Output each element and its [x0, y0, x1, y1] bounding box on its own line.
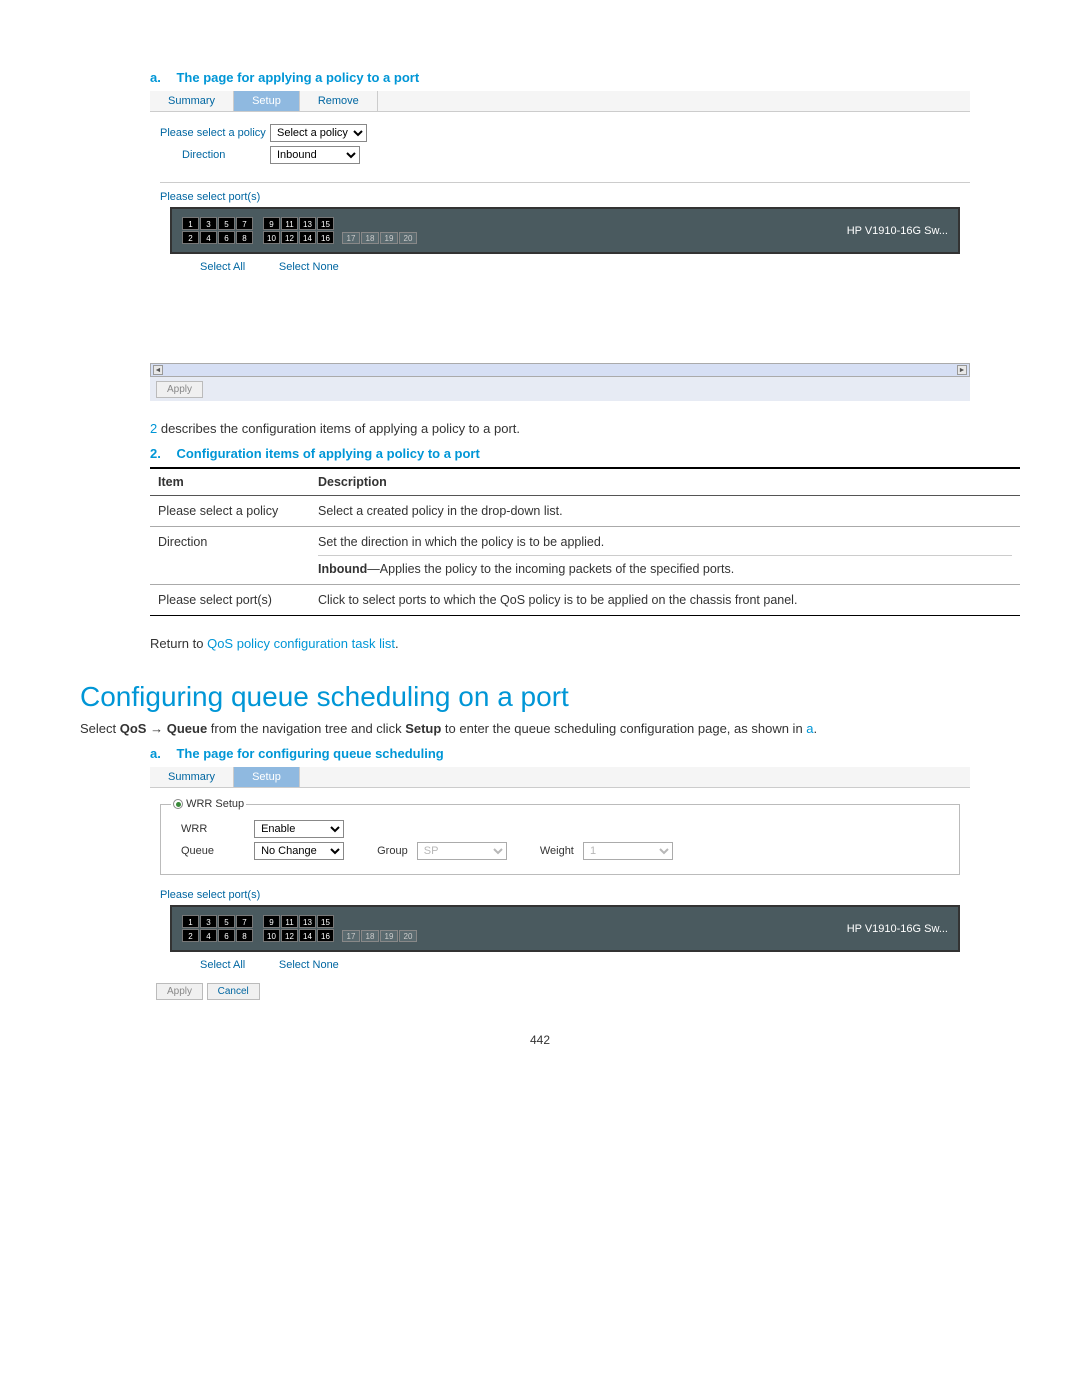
port-18[interactable]: 18 — [361, 930, 379, 942]
switch-model-label: HP V1910-16G Sw... — [847, 923, 948, 935]
select-all-link[interactable]: Select All — [200, 261, 245, 273]
port-3[interactable]: 3 — [200, 915, 217, 928]
port-13[interactable]: 13 — [299, 217, 316, 230]
policy-label: Please select a policy — [160, 127, 270, 139]
section-heading: Configuring queue scheduling on a port — [80, 681, 1000, 713]
table-caption-2: 2. Configuration items of applying a pol… — [150, 446, 1000, 461]
col-desc: Description — [310, 468, 1020, 496]
scroll-left-icon[interactable]: ◄ — [153, 365, 163, 375]
port-20[interactable]: 20 — [399, 930, 417, 942]
switch-model-label: HP V1910-16G Sw... — [847, 225, 948, 237]
port-2[interactable]: 2 — [182, 231, 199, 244]
tab-setup[interactable]: Setup — [234, 767, 300, 787]
port-6[interactable]: 6 — [218, 231, 235, 244]
port-3[interactable]: 3 — [200, 217, 217, 230]
tab-summary[interactable]: Summary — [150, 91, 234, 111]
wrr-select[interactable]: Enable — [254, 820, 344, 838]
port-9[interactable]: 9 — [263, 217, 280, 230]
caption-text: Configuration items of applying a policy… — [176, 446, 479, 461]
wrr-setup-fieldset: WRR Setup WRR Enable Queue No Change Gro… — [160, 798, 960, 875]
return-line: Return to QoS policy configuration task … — [150, 636, 1000, 651]
page-number: 442 — [80, 1033, 1000, 1047]
port-10[interactable]: 10 — [263, 929, 280, 942]
port-15[interactable]: 15 — [317, 915, 334, 928]
ports-label: Please select port(s) — [160, 182, 970, 203]
queue-label: Queue — [181, 845, 251, 857]
direction-select[interactable]: Inbound — [270, 146, 360, 164]
port-1[interactable]: 1 — [182, 217, 199, 230]
tab-summary[interactable]: Summary — [150, 767, 234, 787]
return-link[interactable]: QoS policy configuration task list — [207, 636, 395, 651]
apply-button[interactable]: Apply — [156, 983, 203, 1000]
group-label: Group — [377, 845, 408, 857]
port-11[interactable]: 11 — [281, 217, 298, 230]
queue-select[interactable]: No Change — [254, 842, 344, 860]
select-none-link[interactable]: Select None — [279, 959, 339, 971]
caption-text: The page for applying a policy to a port — [176, 70, 419, 85]
weight-select: 1 — [583, 842, 673, 860]
wrr-label: WRR — [181, 823, 251, 835]
port-4[interactable]: 4 — [200, 929, 217, 942]
port-13[interactable]: 13 — [299, 915, 316, 928]
ports-label: Please select port(s) — [160, 881, 970, 901]
port-11[interactable]: 11 — [281, 915, 298, 928]
table-row: Please select port(s) Click to select po… — [150, 585, 1020, 616]
switch-chassis: 12 34 56 78 910 1112 1314 1516 17 18 19 … — [170, 905, 960, 952]
queue-scheduling-ui: Summary Setup WRR Setup WRR Enable Queue… — [150, 767, 970, 1003]
port-14[interactable]: 14 — [299, 231, 316, 244]
caption-num: 2. — [150, 446, 161, 461]
select-none-link[interactable]: Select None — [279, 261, 339, 273]
table-row: Please select a policy Select a created … — [150, 496, 1020, 527]
port-8[interactable]: 8 — [236, 231, 253, 244]
port-20[interactable]: 20 — [399, 232, 417, 244]
port-18[interactable]: 18 — [361, 232, 379, 244]
config-items-table: Item Description Please select a policy … — [150, 467, 1020, 616]
port-1[interactable]: 1 — [182, 915, 199, 928]
tab-setup[interactable]: Setup — [234, 91, 300, 111]
port-6[interactable]: 6 — [218, 929, 235, 942]
weight-label: Weight — [540, 845, 574, 857]
port-4[interactable]: 4 — [200, 231, 217, 244]
port-14[interactable]: 14 — [299, 929, 316, 942]
tab-bar: Summary Setup Remove — [150, 91, 970, 112]
wrr-radio-icon[interactable] — [173, 799, 183, 809]
col-item: Item — [150, 468, 310, 496]
direction-label: Direction — [160, 149, 270, 161]
port-16[interactable]: 16 — [317, 929, 334, 942]
port-19[interactable]: 19 — [380, 930, 398, 942]
port-7[interactable]: 7 — [236, 217, 253, 230]
paragraph: 2 describes the configuration items of a… — [150, 421, 1000, 436]
port-9[interactable]: 9 — [263, 915, 280, 928]
port-2[interactable]: 2 — [182, 929, 199, 942]
port-8[interactable]: 8 — [236, 929, 253, 942]
port-15[interactable]: 15 — [317, 217, 334, 230]
port-19[interactable]: 19 — [380, 232, 398, 244]
tab-remove[interactable]: Remove — [300, 91, 378, 111]
horizontal-scrollbar[interactable]: ◄ ► — [150, 363, 970, 377]
scroll-right-icon[interactable]: ► — [957, 365, 967, 375]
policy-select[interactable]: Select a policy — [270, 124, 367, 142]
select-all-link[interactable]: Select All — [200, 959, 245, 971]
group-select: SP — [417, 842, 507, 860]
port-5[interactable]: 5 — [218, 217, 235, 230]
cancel-button[interactable]: Cancel — [207, 983, 260, 1000]
port-17[interactable]: 17 — [342, 232, 360, 244]
port-12[interactable]: 12 — [281, 231, 298, 244]
port-12[interactable]: 12 — [281, 929, 298, 942]
figure-caption-b: a. The page for configuring queue schedu… — [150, 746, 1000, 761]
paragraph: Select QoS → Queue from the navigation t… — [80, 721, 970, 736]
tab-bar: Summary Setup — [150, 767, 970, 788]
switch-chassis: 12 34 56 78 910 1112 1314 1516 17 18 19 … — [170, 207, 960, 254]
ref-link-a[interactable]: a — [806, 721, 813, 736]
policy-port-ui: Summary Setup Remove Please select a pol… — [150, 91, 970, 401]
port-10[interactable]: 10 — [263, 231, 280, 244]
apply-button[interactable]: Apply — [156, 381, 203, 398]
port-16[interactable]: 16 — [317, 231, 334, 244]
caption-letter: a. — [150, 70, 161, 85]
port-5[interactable]: 5 — [218, 915, 235, 928]
table-row: Direction Set the direction in which the… — [150, 527, 1020, 585]
port-7[interactable]: 7 — [236, 915, 253, 928]
port-17[interactable]: 17 — [342, 930, 360, 942]
figure-caption-a: a. The page for applying a policy to a p… — [150, 70, 1000, 85]
